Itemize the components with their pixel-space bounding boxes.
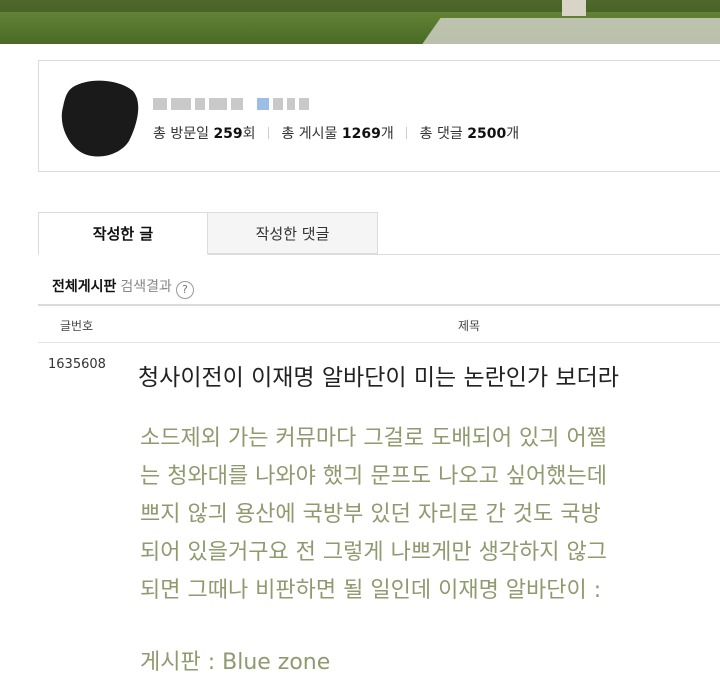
stats-divider xyxy=(406,127,408,139)
column-header-title: 제목 xyxy=(458,319,481,333)
tab-my-comments[interactable]: 작성한 댓글 xyxy=(208,212,378,254)
banner-shadow xyxy=(0,0,720,12)
help-icon[interactable]: ? xyxy=(175,281,194,299)
comments-unit: 개 xyxy=(506,126,520,142)
table-header: 글번호 제목 xyxy=(38,304,720,343)
excerpt-line: 되면 그때나 비판하면 될 일인데 이재명 알바단이 : xyxy=(140,578,602,603)
excerpt-line: 소드제외 가는 커뮤마다 그걸로 도배되어 있긔 어쩔 xyxy=(140,426,608,451)
banner-tree-trunk xyxy=(562,0,586,16)
comments-value: 2500 xyxy=(467,126,507,142)
tab-my-posts[interactable]: 작성한 글 xyxy=(38,212,208,255)
profile-card: 총 방문일 259회 총 게시물 1269개 총 댓글 2500개 xyxy=(38,60,720,172)
visits-value: 259 xyxy=(213,126,243,142)
visits-unit: 회 xyxy=(242,126,256,142)
excerpt-line: 되어 있을거구요 전 그렇게 나쁘게만 생각하지 않그 xyxy=(140,540,608,565)
excerpt-line: 는 청와대를 나와야 했긔 문프도 나오고 싶어했는데 xyxy=(140,464,608,489)
post-board-name: 게시판 : Blue zone xyxy=(140,650,331,675)
excerpt-line: 쁘지 않긔 용산에 국방부 있던 자리로 간 것도 국방 xyxy=(140,502,601,527)
breadcrumb: 전체게시판 검색결과? xyxy=(52,276,194,299)
avatar[interactable] xyxy=(59,77,141,159)
breadcrumb-search-results: 검색결과 xyxy=(120,279,172,295)
stats-divider xyxy=(268,127,270,139)
posts-unit: 개 xyxy=(380,126,394,142)
content-tabs: 작성한 글 작성한 댓글 xyxy=(38,212,720,255)
nickname-blurred[interactable] xyxy=(153,93,313,112)
posts-value: 1269 xyxy=(341,126,381,142)
column-header-number: 글번호 xyxy=(60,319,94,333)
breadcrumb-board[interactable]: 전체게시판 xyxy=(52,279,116,295)
posts-label: 총 게시물 xyxy=(281,126,338,142)
post-number: 1635608 xyxy=(48,357,106,372)
post-excerpt[interactable]: 소드제외 가는 커뮤마다 그걸로 도배되어 있긔 어쩔 는 청와대를 나와야 했… xyxy=(140,420,720,610)
post-title-link[interactable]: 청사이전이 이재명 알바단이 미는 논란인가 보더라 xyxy=(138,358,619,392)
profile-stats: 총 방문일 259회 총 게시물 1269개 총 댓글 2500개 xyxy=(153,123,519,143)
comments-label: 총 댓글 xyxy=(419,126,463,142)
banner-path xyxy=(419,18,720,44)
header-banner-image xyxy=(0,0,720,44)
visits-label: 총 방문일 xyxy=(153,126,209,142)
